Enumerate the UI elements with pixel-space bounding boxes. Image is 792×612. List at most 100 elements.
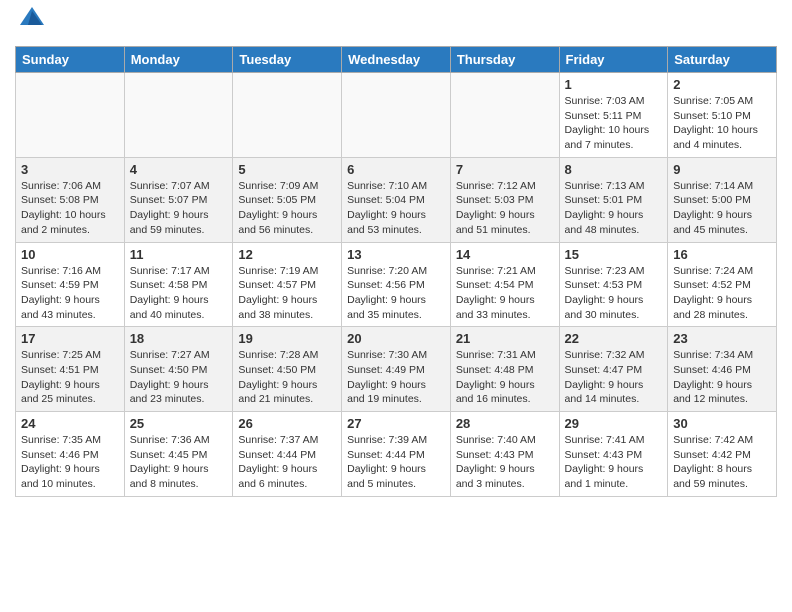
day-info-line: Daylight: 9 hours and 43 minutes. — [21, 294, 100, 321]
day-info: Sunrise: 7:28 AMSunset: 4:50 PMDaylight:… — [238, 348, 336, 407]
day-info: Sunrise: 7:37 AMSunset: 4:44 PMDaylight:… — [238, 433, 336, 492]
day-info-line: Sunset: 5:00 PM — [673, 194, 751, 206]
day-info: Sunrise: 7:21 AMSunset: 4:54 PMDaylight:… — [456, 264, 554, 323]
day-info: Sunrise: 7:09 AMSunset: 5:05 PMDaylight:… — [238, 179, 336, 238]
day-info-line: Sunset: 4:43 PM — [456, 449, 534, 461]
calendar-table: SundayMondayTuesdayWednesdayThursdayFrid… — [15, 46, 777, 497]
day-number: 16 — [673, 247, 771, 262]
day-number: 27 — [347, 416, 445, 431]
day-number: 11 — [130, 247, 228, 262]
day-info-line: Sunset: 4:44 PM — [347, 449, 425, 461]
day-info: Sunrise: 7:35 AMSunset: 4:46 PMDaylight:… — [21, 433, 119, 492]
day-number: 17 — [21, 331, 119, 346]
day-info-line: Daylight: 9 hours and 3 minutes. — [456, 463, 535, 490]
day-info-line: Daylight: 9 hours and 25 minutes. — [21, 379, 100, 406]
calendar-cell: 19 Sunrise: 7:28 AMSunset: 4:50 PMDayligh… — [233, 327, 342, 412]
calendar-cell: 2Sunrise: 7:05 AMSunset: 5:10 PMDaylight… — [668, 73, 777, 158]
day-info-line: Daylight: 9 hours and 38 minutes. — [238, 294, 317, 321]
calendar-cell — [233, 73, 342, 158]
calendar-cell: 6Sunrise: 7:10 AMSunset: 5:04 PMDaylight… — [342, 157, 451, 242]
day-info: Sunrise: 7:06 AMSunset: 5:08 PMDaylight:… — [21, 179, 119, 238]
day-info-line: Daylight: 9 hours and 28 minutes. — [673, 294, 752, 321]
page: SundayMondayTuesdayWednesdayThursdayFrid… — [0, 0, 792, 507]
calendar-cell: 30Sunrise: 7:42 AMSunset: 4:42 PMDayligh… — [668, 412, 777, 497]
day-info: Sunrise: 7:40 AMSunset: 4:43 PMDaylight:… — [456, 433, 554, 492]
calendar-cell: 16Sunrise: 7:24 AMSunset: 4:52 PMDayligh… — [668, 242, 777, 327]
day-number: 13 — [347, 247, 445, 262]
day-info-line: Sunset: 4:51 PM — [21, 364, 99, 376]
day-info: Sunrise: 7:10 AMSunset: 5:04 PMDaylight:… — [347, 179, 445, 238]
day-info-line: Sunrise: 7:06 AM — [21, 180, 101, 192]
day-info-line: Daylight: 9 hours and 40 minutes. — [130, 294, 209, 321]
day-info-line: Daylight: 9 hours and 48 minutes. — [565, 209, 644, 236]
day-info-line: Sunrise: 7:35 AM — [21, 434, 101, 446]
day-info-line: Sunset: 4:56 PM — [347, 279, 425, 291]
day-info-line: Sunset: 4:50 PM — [130, 364, 208, 376]
calendar-cell: 13Sunrise: 7:20 AMSunset: 4:56 PMDayligh… — [342, 242, 451, 327]
day-info-line: Sunrise: 7:27 AM — [130, 349, 210, 361]
calendar-cell: 9Sunrise: 7:14 AMSunset: 5:00 PMDaylight… — [668, 157, 777, 242]
day-info-line: Sunset: 5:08 PM — [21, 194, 99, 206]
day-info-line: Sunset: 5:01 PM — [565, 194, 643, 206]
day-info: Sunrise: 7:31 AM Sunset: 4:48 PM Daylight:… — [456, 348, 554, 407]
day-info-line: Sunset: 4:48 PM — [456, 364, 534, 376]
calendar-cell: 21 Sunrise: 7:31 AM Sunset: 4:48 PM Dayligh… — [450, 327, 559, 412]
day-info: Sunrise: 7:13 AMSunset: 5:01 PMDaylight:… — [565, 179, 663, 238]
day-info: Sunrise: 7:03 AMSunset: 5:11 PMDaylight:… — [565, 94, 663, 153]
header-day-friday: Friday — [559, 47, 668, 73]
day-number: 9 — [673, 162, 771, 177]
day-info: Sunrise: 7:16 AMSunset: 4:59 PMDaylight:… — [21, 264, 119, 323]
day-info-line: Sunset: 4:52 PM — [673, 279, 751, 291]
day-info-line: Daylight: 9 hours and 5 minutes. — [347, 463, 426, 490]
day-info-line: Daylight: 9 hours and 30 minutes. — [565, 294, 644, 321]
calendar-cell: 3Sunrise: 7:06 AMSunset: 5:08 PMDaylight… — [16, 157, 125, 242]
day-info-line: Sunrise: 7:20 AM — [347, 265, 427, 277]
day-info-line: Sunrise: 7:31 AM — [456, 349, 536, 361]
day-info: Sunrise: 7:17 AMSunset: 4:58 PMDaylight:… — [130, 264, 228, 323]
day-info-line: Sunset: 5:03 PM — [456, 194, 534, 206]
day-info-line: Sunset: 5:05 PM — [238, 194, 316, 206]
calendar-cell: 28Sunrise: 7:40 AMSunset: 4:43 PMDayligh… — [450, 412, 559, 497]
day-info-line: Sunset: 4:50 PM — [238, 364, 316, 376]
calendar-cell — [16, 73, 125, 158]
calendar-body: 1Sunrise: 7:03 AMSunset: 5:11 PMDaylight… — [16, 73, 777, 497]
day-number: 25 — [130, 416, 228, 431]
day-info-line: Sunrise: 7:19 AM — [238, 265, 318, 277]
header-day-sunday: Sunday — [16, 47, 125, 73]
calendar-cell: 26Sunrise: 7:37 AMSunset: 4:44 PMDayligh… — [233, 412, 342, 497]
day-number: 19 — [238, 331, 336, 346]
day-info-line: Daylight: 9 hours and 59 minutes. — [130, 209, 209, 236]
calendar-cell: 11 Sunrise: 7:17 AMSunset: 4:58 PMDayligh… — [124, 242, 233, 327]
day-number: 4 — [130, 162, 228, 177]
day-info-line: Sunset: 4:43 PM — [565, 449, 643, 461]
day-info-line: Sunrise: 7:03 AM — [565, 95, 645, 107]
calendar-cell: 25Sunrise: 7:36 AMSunset: 4:45 PMDayligh… — [124, 412, 233, 497]
day-info-line: Sunset: 4:49 PM — [347, 364, 425, 376]
day-number: 2 — [673, 77, 771, 92]
day-info-line: Sunrise: 7:41 AM — [565, 434, 645, 446]
calendar-cell: 1Sunrise: 7:03 AMSunset: 5:11 PMDaylight… — [559, 73, 668, 158]
calendar-cell: 8 Sunrise: 7:13 AMSunset: 5:01 PMDaylight… — [559, 157, 668, 242]
calendar-cell: 7Sunrise: 7:12 AMSunset: 5:03 PMDaylight… — [450, 157, 559, 242]
day-info-line: Daylight: 9 hours and 1 minute. — [565, 463, 644, 490]
day-info-line: Daylight: 9 hours and 10 minutes. — [21, 463, 100, 490]
calendar-cell: 23Sunrise: 7:34 AMSunset: 4:46 PMDayligh… — [668, 327, 777, 412]
day-number: 10 — [21, 247, 119, 262]
calendar-cell: 20Sunrise: 7:30 AMSunset: 4:49 PMDayligh… — [342, 327, 451, 412]
week-row-2: 10 Sunrise: 7:16 AMSunset: 4:59 PMDayligh… — [16, 242, 777, 327]
day-info-line: Daylight: 9 hours and 19 minutes. — [347, 379, 426, 406]
day-number: 7 — [456, 162, 554, 177]
logo — [15, 10, 46, 38]
day-info: Sunrise: 7:42 AMSunset: 4:42 PMDaylight:… — [673, 433, 771, 492]
day-info-line: Daylight: 9 hours and 16 minutes. — [456, 379, 535, 406]
day-info-line: Sunrise: 7:16 AM — [21, 265, 101, 277]
day-number: 21 — [456, 331, 554, 346]
day-info: Sunrise: 7:07 AMSunset: 5:07 PMDaylight:… — [130, 179, 228, 238]
day-info-line: Daylight: 9 hours and 45 minutes. — [673, 209, 752, 236]
day-number: 8 — [565, 162, 663, 177]
calendar-header: SundayMondayTuesdayWednesdayThursdayFrid… — [16, 47, 777, 73]
day-info-line: Sunset: 5:11 PM — [565, 110, 642, 122]
day-info-line: Sunset: 5:10 PM — [673, 110, 751, 122]
day-number: 5 — [238, 162, 336, 177]
calendar-cell: 4 Sunrise: 7:07 AMSunset: 5:07 PMDaylight… — [124, 157, 233, 242]
